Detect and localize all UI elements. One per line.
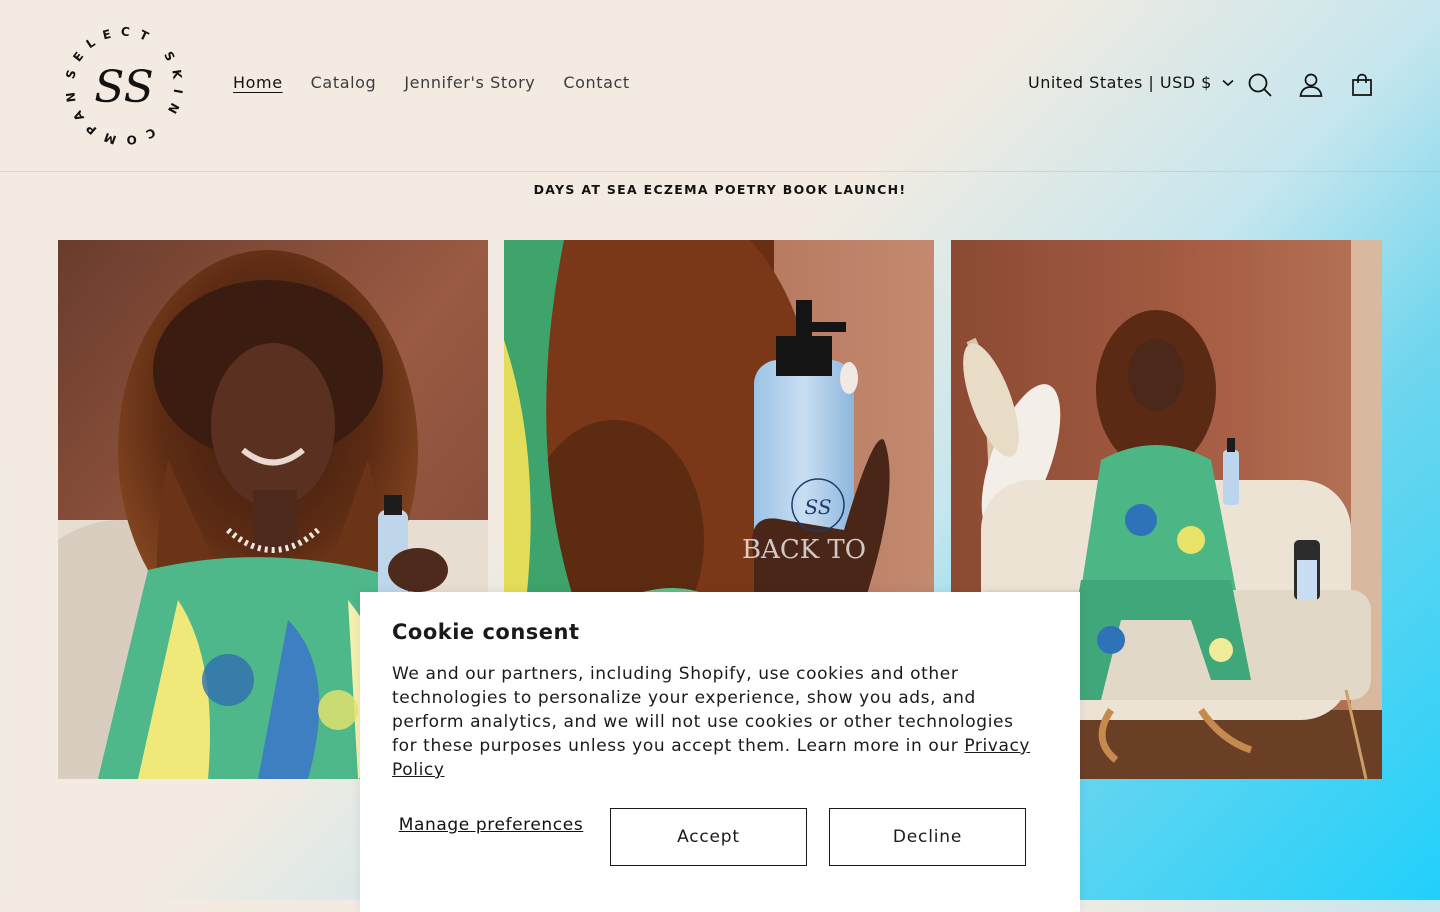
site-header: SELECT SKIN COMPANY SS Home Catalog Jenn… [0,0,1440,172]
announcement-bar[interactable]: DAYS AT SEA ECZEMA POETRY BOOK LAUNCH! [0,182,1440,197]
chevron-down-icon [1222,79,1234,86]
nav-home[interactable]: Home [233,72,283,94]
nav-jennifers-story[interactable]: Jennifer's Story [404,72,535,94]
brand-logo[interactable]: SELECT SKIN COMPANY SS [46,7,192,154]
bottle-label-text: BACK TO [742,535,866,565]
cookie-body-text: We and our partners, including Shopify, … [392,664,1014,756]
cookie-consent-banner: Cookie consent We and our partners, incl… [360,592,1080,912]
cookie-title: Cookie consent [392,620,580,644]
account-button[interactable] [1294,68,1328,102]
account-icon [1299,73,1323,97]
cart-icon [1352,73,1372,96]
main-nav: Home Catalog Jennifer's Story Contact [233,72,658,94]
bottle-label-monogram: SS [804,495,831,519]
country-currency-selector[interactable]: United States | USD $ [1028,73,1234,92]
logo-monogram: SS [94,62,154,113]
cart-button[interactable] [1345,68,1379,102]
nav-catalog[interactable]: Catalog [311,72,377,94]
logo-mark: SELECT SKIN COMPANY SS [46,7,177,147]
decline-button[interactable]: Decline [829,808,1026,866]
manage-preferences-link[interactable]: Manage preferences [392,814,590,836]
cookie-body: We and our partners, including Shopify, … [392,662,1042,782]
country-currency-label: United States | USD $ [1028,73,1212,92]
search-button[interactable] [1243,68,1277,102]
accept-button[interactable]: Accept [610,808,807,866]
search-icon [1248,73,1272,97]
nav-contact[interactable]: Contact [563,72,629,94]
